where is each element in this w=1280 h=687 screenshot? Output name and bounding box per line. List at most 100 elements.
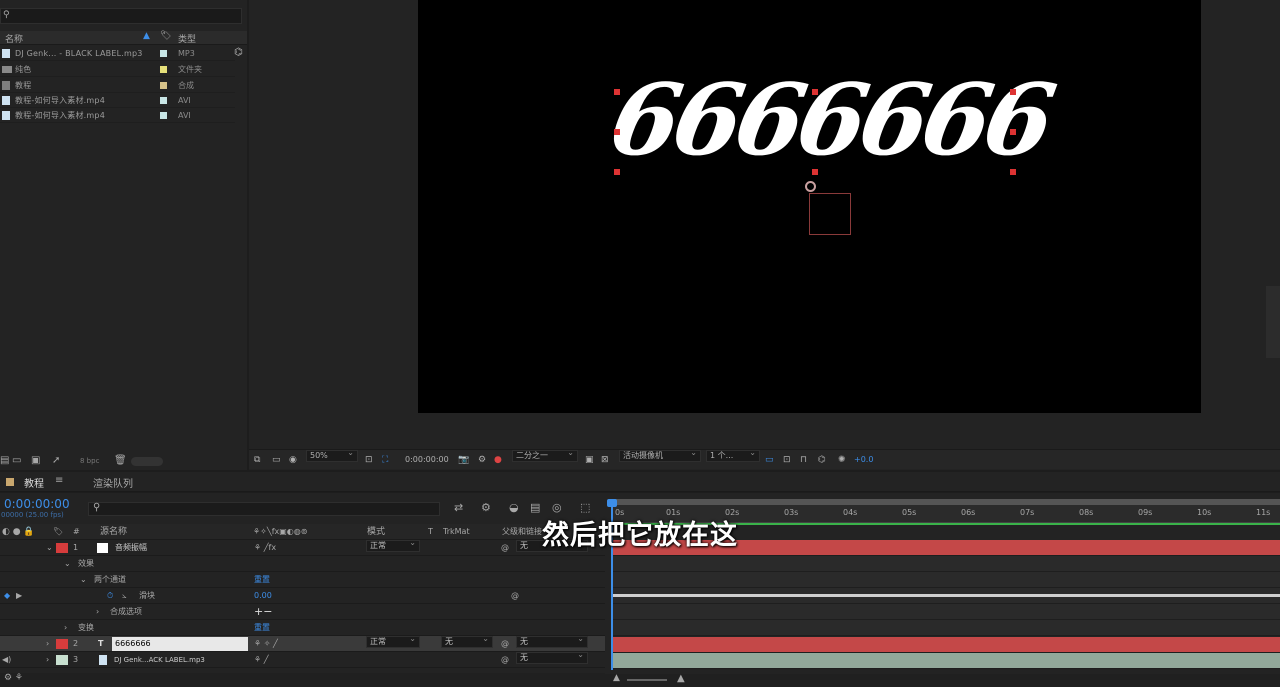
mode-select[interactable]: 正常 <box>366 538 420 552</box>
new-comp-icon[interactable]: ▣ <box>31 455 40 466</box>
3d-view-icon[interactable]: ▭ <box>765 450 774 470</box>
add-remove-icon[interactable]: +− <box>254 604 272 620</box>
label-tag-icon[interactable]: 🏷 <box>160 31 171 41</box>
label-swatch[interactable] <box>160 50 167 57</box>
new-folder-icon[interactable]: ▭ <box>12 455 21 466</box>
interpret-footage-icon[interactable]: ▤ <box>0 455 9 466</box>
transform-handle[interactable] <box>812 89 818 95</box>
zoom-out-icon[interactable]: ▲ <box>613 673 620 683</box>
effect-row[interactable]: ⌄ 两个通道 重置 <box>0 572 605 588</box>
channel-icon[interactable]: ⚙ <box>478 450 486 470</box>
column-mode[interactable]: 模式 <box>367 524 385 540</box>
layer-switches[interactable]: ⚘ ✧ ╱ <box>254 636 278 652</box>
trash-icon[interactable]: 🗑 <box>114 455 127 466</box>
timeline-icon[interactable]: ⊓ <box>800 450 807 470</box>
next-keyframe-icon[interactable]: ▶ <box>16 588 22 604</box>
playhead-handle[interactable] <box>607 499 617 507</box>
pickwhip-icon[interactable]: @ <box>501 540 509 556</box>
transform-handle[interactable] <box>812 169 818 175</box>
color-icon[interactable]: ● <box>494 450 502 470</box>
keyframe-track[interactable] <box>612 588 1280 604</box>
viewer-scroll-tab[interactable] <box>1266 286 1280 358</box>
region-icon[interactable]: ⛶ <box>382 450 388 470</box>
expression-pickwhip-icon[interactable]: @ <box>511 588 519 604</box>
toggle-switches-icon[interactable]: ⚙ ⚘ <box>4 673 23 683</box>
flowchart-icon[interactable]: ⌬ <box>818 450 826 470</box>
bpc-label[interactable]: 8 bpc <box>80 457 99 465</box>
layer-label-swatch[interactable] <box>56 543 68 553</box>
collapse-chevron-icon[interactable]: › <box>46 652 49 668</box>
camera-icon[interactable]: 📷 <box>458 450 469 470</box>
expand-chevron-icon[interactable]: ⌄ <box>64 556 71 572</box>
layer-label-swatch[interactable] <box>56 639 68 649</box>
comp-flowchart-icon[interactable]: ⇄ <box>454 501 463 514</box>
column-source[interactable]: 源名称 <box>100 524 127 540</box>
tab-menu-icon[interactable]: ≡ <box>55 475 63 486</box>
project-search-input[interactable]: ⚲ <box>0 8 242 24</box>
layer-row[interactable]: ⌄ 1 音频振幅 ⚘ ╱fx 正常 @ 无 <box>0 538 605 556</box>
label-swatch[interactable] <box>160 112 167 119</box>
layer-row[interactable]: › 2 T 6666666 ⚘ ✧ ╱ 正常 无 @ 无 <box>0 634 605 652</box>
layer-switches[interactable]: ⚘ ╱ <box>254 652 269 668</box>
layer-track[interactable] <box>612 637 1280 653</box>
exposure-icon[interactable]: ✺ <box>838 450 846 470</box>
exposure-value[interactable]: +0.0 <box>854 450 873 470</box>
zoom-slider[interactable] <box>627 679 667 681</box>
reset-link[interactable]: 重置 <box>254 620 270 636</box>
zoom-select[interactable]: 50% <box>306 448 358 462</box>
mode-select[interactable]: 正常 <box>366 634 420 648</box>
project-item[interactable]: 教程-如何导入素材.mp4 AVI <box>0 108 235 123</box>
shy-icon[interactable]: ◒ <box>509 501 519 514</box>
audio-speaker-icon[interactable]: ◀) <box>2 652 11 668</box>
label-tag-icon[interactable]: 🏷 <box>53 524 63 540</box>
transform-handle[interactable] <box>614 89 620 95</box>
label-swatch[interactable] <box>160 66 167 73</box>
project-item[interactable]: 教程-如何导入素材.mp4 AVI <box>0 93 235 108</box>
pickwhip-icon[interactable]: @ <box>501 636 509 652</box>
column-name[interactable]: 名称 <box>5 32 23 45</box>
keyframe-diamond-icon[interactable]: ◆ <box>4 588 10 604</box>
column-trkmat[interactable]: TrkMat <box>443 524 470 540</box>
monitor-icon[interactable]: ▭ <box>272 450 281 470</box>
column-type[interactable]: 类型 <box>178 32 196 45</box>
parent-select[interactable]: 无 <box>516 650 588 664</box>
layer-row[interactable]: ◀) › 3 DJ Genk...ACK LABEL.mp3 ⚘ ╱ @ 无 <box>0 650 605 668</box>
camera-select[interactable]: 活动摄像机 <box>619 448 701 462</box>
reset-link[interactable]: 重置 <box>254 572 270 588</box>
layer-switches[interactable]: ⚘ ╱fx <box>254 540 276 556</box>
collapse-chevron-icon[interactable]: › <box>96 604 99 620</box>
pickwhip-icon[interactable]: @ <box>501 652 509 668</box>
viewer-timecode[interactable]: 0:00:00:00 <box>405 450 449 470</box>
layer-name[interactable]: 音频振幅 <box>115 540 147 556</box>
anchor-point-icon[interactable] <box>805 181 816 192</box>
stopwatch-icon[interactable]: ⏱ <box>107 588 113 604</box>
label-swatch[interactable] <box>160 97 167 104</box>
transform-handle[interactable] <box>1010 89 1016 95</box>
trkmat-select[interactable]: 无 <box>441 634 493 648</box>
fast-preview-icon[interactable]: ⊡ <box>783 450 791 470</box>
collapse-chevron-icon[interactable]: › <box>64 620 67 636</box>
current-time[interactable]: 0:00:00:00 <box>4 497 70 511</box>
draft-3d-icon[interactable]: ⚙ <box>481 501 491 514</box>
sort-arrow-icon[interactable]: ▲ <box>143 31 150 41</box>
slider-value[interactable]: 0.00 <box>254 588 272 604</box>
transform-handle[interactable] <box>1010 129 1016 135</box>
project-item[interactable]: 纯色 文件夹 <box>0 62 235 77</box>
views-select[interactable]: 1 个... <box>706 448 760 462</box>
guides-icon[interactable]: ⊠ <box>601 450 609 470</box>
layer-bounds-box[interactable] <box>809 193 851 235</box>
effects-group-row[interactable]: ⌄ 效果 <box>0 556 605 572</box>
transform-row[interactable]: › 变换 重置 <box>0 620 605 636</box>
tab-render-queue[interactable]: 渲染队列 <box>93 475 133 490</box>
timeline-search-input[interactable]: ⚲ <box>88 502 440 516</box>
canvas-text-layer[interactable]: 6666666 <box>602 63 1058 178</box>
parent-select[interactable]: 无 <box>516 634 588 648</box>
fit-icon[interactable]: ⊡ <box>365 450 373 470</box>
collapse-chevron-icon[interactable]: › <box>46 636 49 652</box>
flowchart-icon[interactable]: ⌬ <box>234 47 243 58</box>
label-swatch[interactable] <box>160 82 167 89</box>
zoom-in-icon[interactable]: ▲ <box>677 673 685 684</box>
snapshot-compare-icon[interactable]: ⧉ <box>254 450 260 470</box>
resolution-select[interactable]: 二分之一 <box>512 448 578 462</box>
transform-handle[interactable] <box>614 169 620 175</box>
